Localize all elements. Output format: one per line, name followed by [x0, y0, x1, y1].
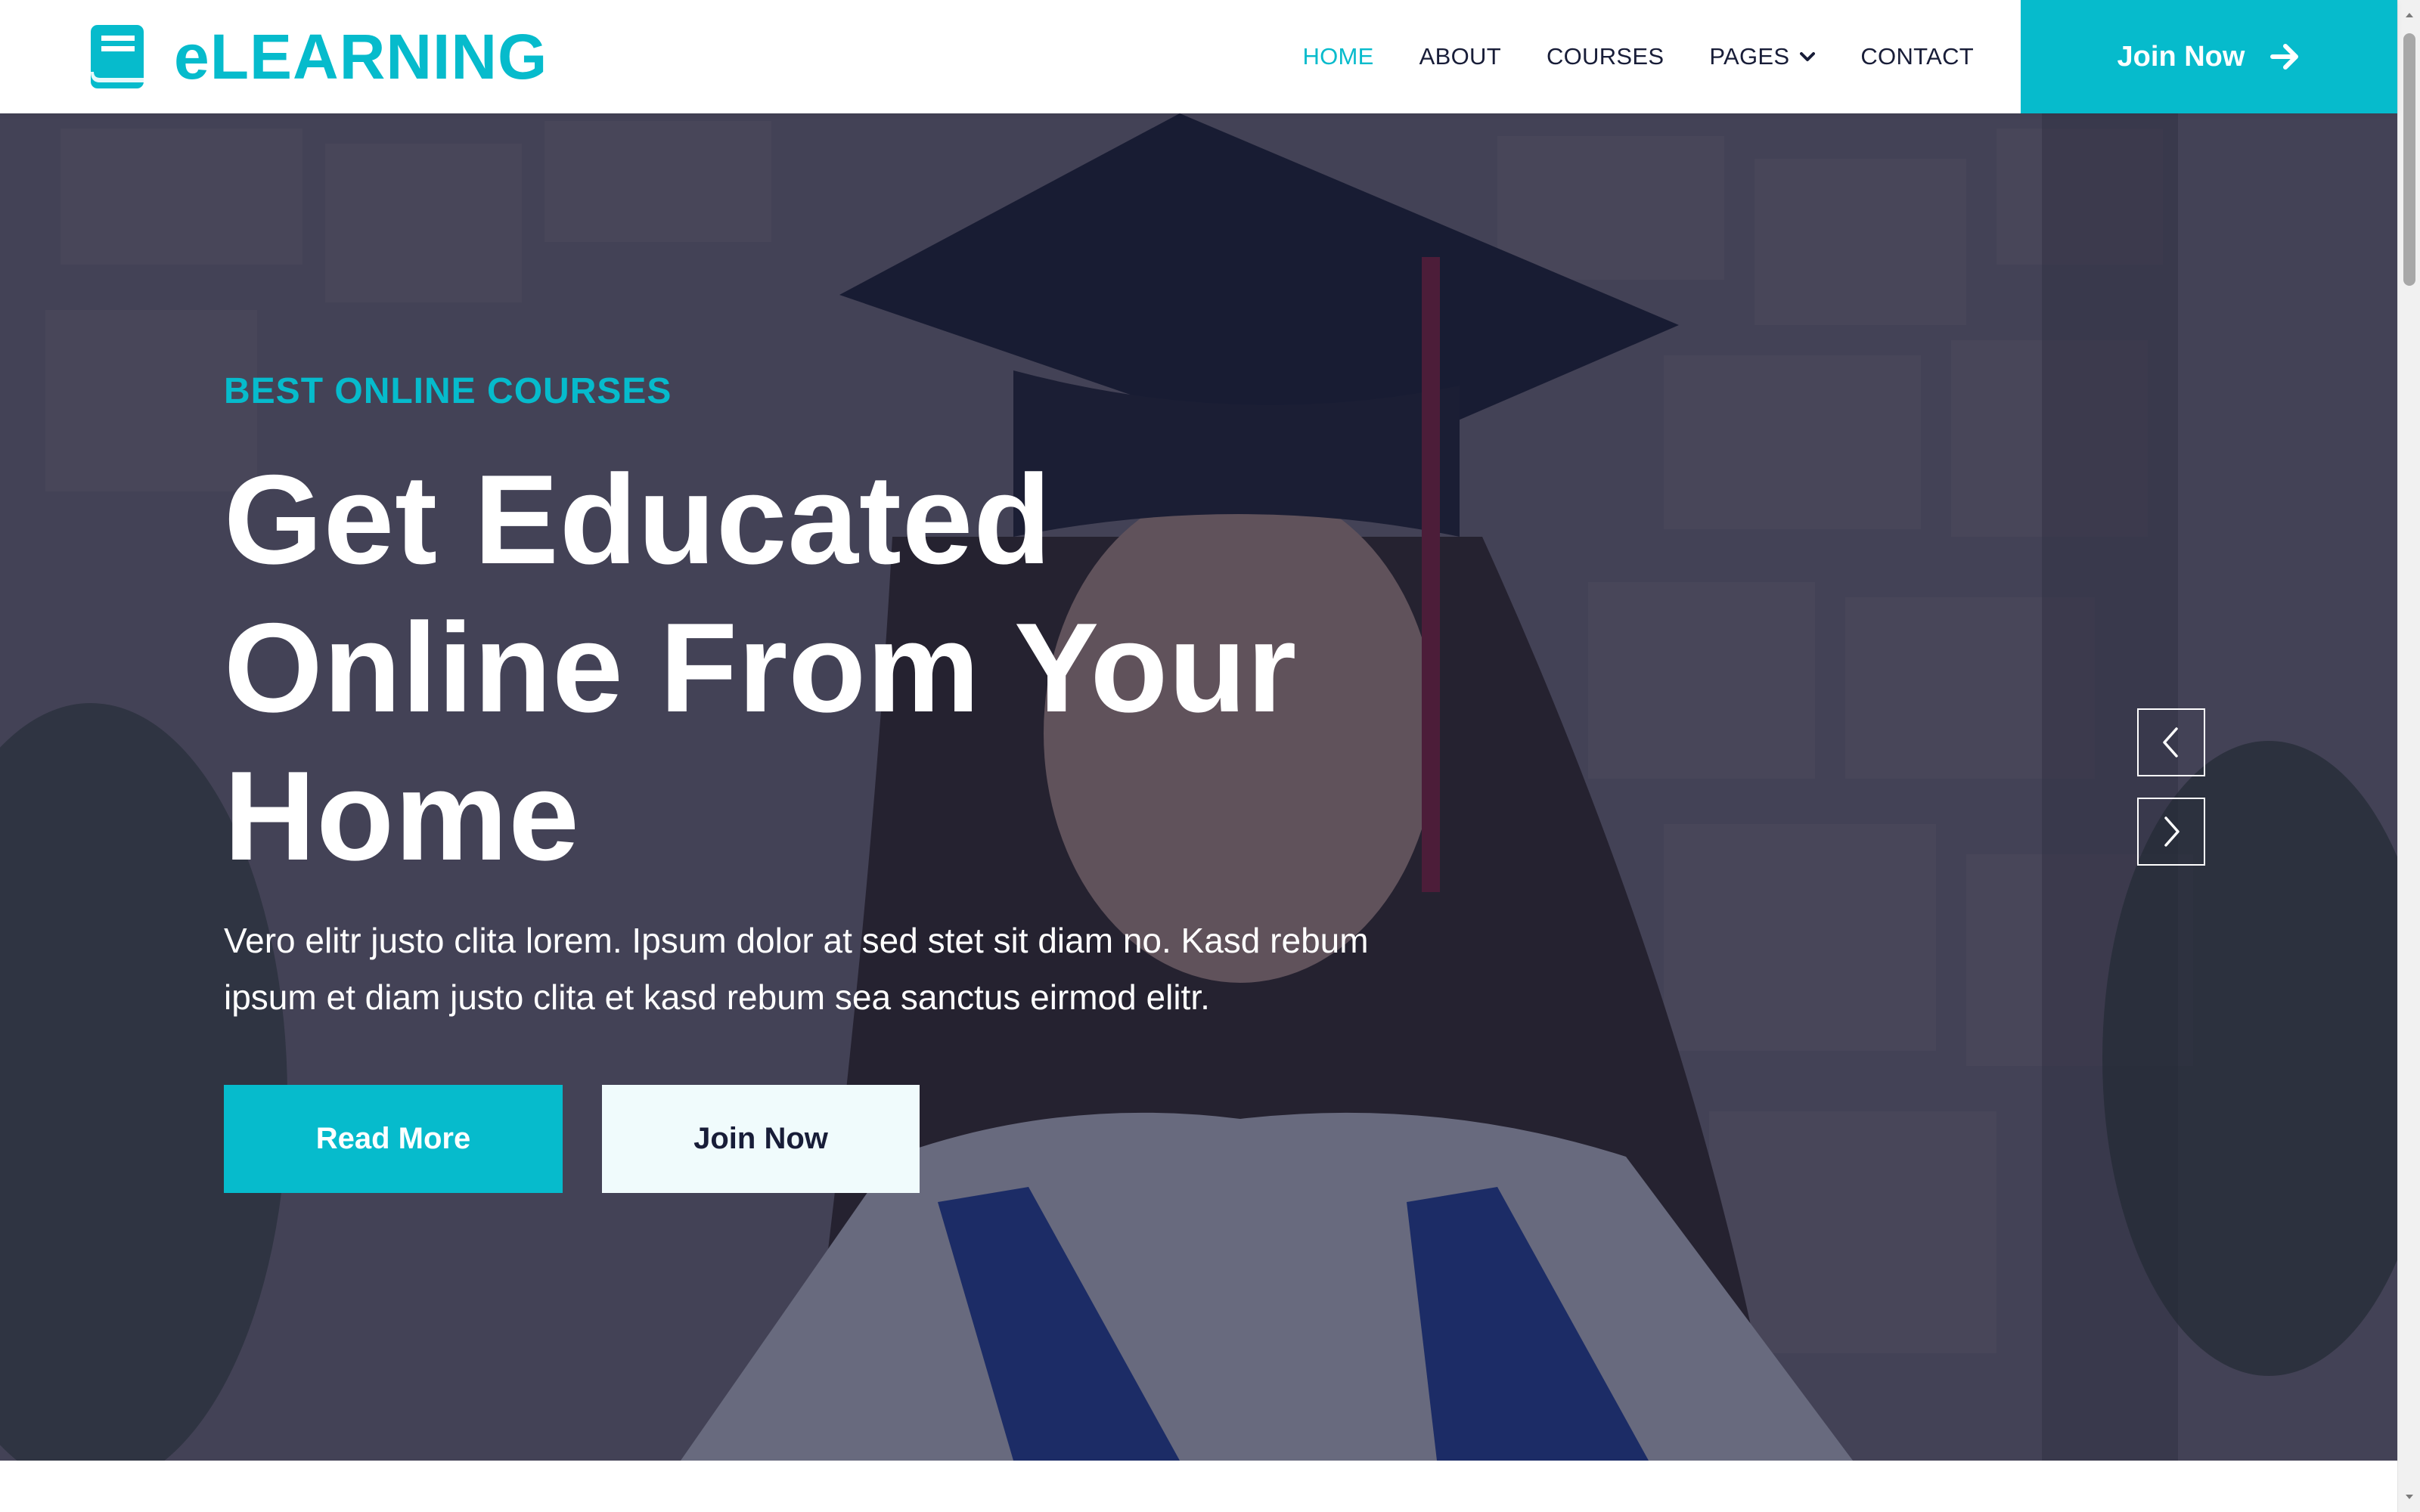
scrollbar-thumb[interactable] — [2403, 33, 2415, 286]
hero-description: Vero elitr justo clita lorem. Ipsum dolo… — [224, 912, 1540, 1026]
book-icon — [91, 25, 144, 88]
join-now-nav-label: Join Now — [2117, 40, 2245, 73]
hero-headline: Get Educated Online From Your Home — [224, 445, 1509, 890]
brand-logo[interactable]: eLEARNING — [89, 23, 548, 91]
chevron-down-icon — [1800, 52, 1816, 61]
carousel-next-button[interactable] — [2137, 798, 2205, 866]
nav-courses[interactable]: COURSES — [1547, 43, 1664, 70]
nav-pages-dropdown[interactable]: PAGES — [1709, 43, 1816, 70]
nav-home[interactable]: HOME — [1302, 43, 1373, 70]
hero-headline-line-1: Get Educated — [224, 448, 1052, 590]
hero-content: BEST ONLINE COURSES Get Educated Online … — [224, 370, 1585, 1193]
chevron-left-icon — [2163, 727, 2178, 758]
carousel-prev-button[interactable] — [2137, 708, 2205, 776]
nav-home-label: HOME — [1302, 43, 1374, 70]
join-now-nav-button[interactable]: Join Now — [2021, 0, 2397, 113]
nav-about[interactable]: ABOUT — [1419, 43, 1501, 70]
nav-about-label: ABOUT — [1419, 43, 1501, 70]
hero-cta-row: Read More Join Now — [224, 1085, 1585, 1193]
hero-headline-line-2: Online From Your — [224, 596, 1298, 739]
nav-courses-label: COURSES — [1546, 43, 1665, 70]
nav-contact-label: CONTACT — [1860, 43, 1974, 70]
nav-contact[interactable]: CONTACT — [1860, 43, 1974, 70]
scroll-up-arrow-icon[interactable] — [2403, 9, 2415, 21]
hero-description-line-2: ipsum et diam justo clita et kasd rebum … — [224, 978, 1210, 1017]
brand-name: eLEARNING — [174, 21, 548, 92]
page: eLEARNING HOME ABOUT COURSES PAGES CONTA… — [0, 0, 2420, 1512]
nav-pages-label: PAGES — [1709, 43, 1790, 70]
navbar: eLEARNING HOME ABOUT COURSES PAGES CONTA… — [0, 0, 2397, 113]
page-scrollbar[interactable] — [2397, 0, 2420, 1512]
hero-description-line-1: Vero elitr justo clita lorem. Ipsum dolo… — [224, 921, 1369, 960]
read-more-button[interactable]: Read More — [224, 1085, 563, 1193]
main-nav: HOME ABOUT COURSES PAGES CONTACT — [1257, 0, 1974, 113]
join-now-button[interactable]: Join Now — [602, 1085, 920, 1193]
chevron-right-icon — [2164, 816, 2180, 847]
scroll-down-arrow-icon[interactable] — [2403, 1491, 2415, 1503]
hero-carousel: BEST ONLINE COURSES Get Educated Online … — [0, 113, 2397, 1461]
arrow-right-icon — [2270, 44, 2299, 70]
hero-headline-line-3: Home — [224, 745, 580, 887]
hero-eyebrow: BEST ONLINE COURSES — [224, 371, 672, 411]
